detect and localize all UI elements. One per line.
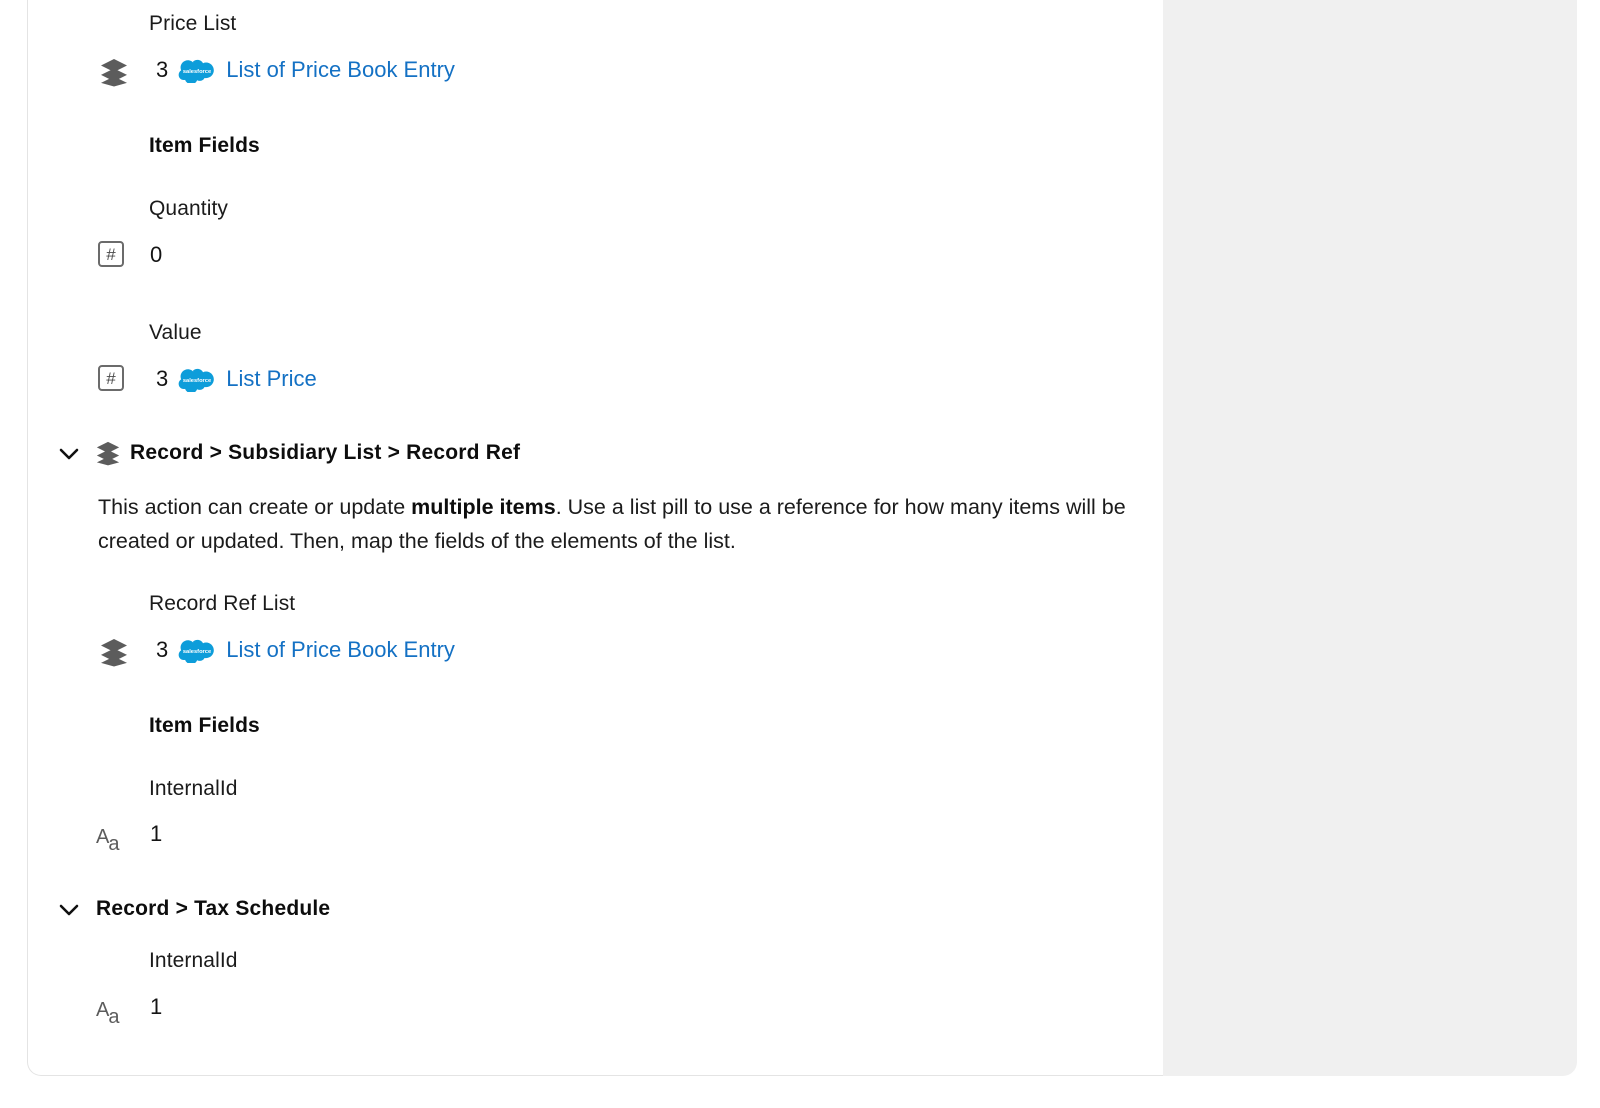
- hash-glyph: #: [106, 368, 116, 388]
- section-header-record-subsidiary-list-record-ref[interactable]: Record > Subsidiary List > Record Ref: [56, 440, 520, 466]
- text-icon: Aa: [96, 827, 120, 854]
- field-label-price-list: Price List: [149, 12, 237, 35]
- number-icon: #: [98, 365, 124, 391]
- pill-link-text[interactable]: List Price: [226, 368, 316, 390]
- salesforce-icon: salesforce: [178, 637, 216, 663]
- pill-record-ref-list[interactable]: 3 salesforce List of Price Book Entry: [156, 637, 455, 663]
- field-value-internalid-2[interactable]: 1: [150, 996, 162, 1018]
- chevron-down-icon[interactable]: [56, 440, 82, 466]
- pill-link-text[interactable]: List of Price Book Entry: [226, 639, 455, 661]
- section-header-record-tax-schedule[interactable]: Record > Tax Schedule: [56, 896, 330, 922]
- pill-price-list[interactable]: 3 salesforce List of Price Book Entry: [156, 57, 455, 83]
- hash-glyph: #: [106, 244, 116, 264]
- pill-count: 3: [156, 366, 169, 391]
- text-icon: Aa: [96, 1000, 120, 1027]
- field-value-quantity[interactable]: 0: [150, 244, 162, 266]
- section-header-text: Record > Subsidiary List > Record Ref: [130, 441, 521, 464]
- field-label-internalid-2: InternalId: [149, 949, 238, 972]
- value-text: 0: [150, 242, 163, 267]
- aa-lower: a: [108, 833, 120, 855]
- salesforce-icon: salesforce: [178, 366, 216, 392]
- description-part-1: This action can create or update: [98, 495, 412, 519]
- pill-list-price[interactable]: 3 salesforce List Price: [156, 366, 317, 392]
- aa-lower: a: [108, 1006, 120, 1028]
- chevron-down-icon[interactable]: [56, 896, 82, 922]
- layers-icon: [96, 440, 120, 466]
- section-description: This action can create or update multipl…: [98, 490, 1128, 558]
- number-icon: #: [98, 241, 124, 267]
- salesforce-wordmark: salesforce: [183, 378, 211, 384]
- value-text: 1: [150, 994, 163, 1019]
- salesforce-wordmark: salesforce: [183, 649, 211, 655]
- app-root: Price List 3 salesforce List of Price Bo…: [0, 0, 1600, 1108]
- field-label-internalid-1: InternalId: [149, 777, 238, 800]
- salesforce-wordmark: salesforce: [183, 69, 211, 75]
- pill-count: 3: [156, 637, 169, 662]
- pill-count: 3: [156, 57, 169, 82]
- subhead-item-fields-1: Item Fields: [149, 134, 260, 157]
- field-label-value: Value: [149, 321, 202, 344]
- salesforce-icon: salesforce: [178, 57, 216, 83]
- value-text: 1: [150, 821, 163, 846]
- side-panel: [1163, 0, 1577, 1076]
- pill-link-text[interactable]: List of Price Book Entry: [226, 59, 455, 81]
- field-label-record-ref-list: Record Ref List: [149, 592, 296, 615]
- description-bold: multiple items: [411, 495, 556, 519]
- main-panel: Price List 3 salesforce List of Price Bo…: [27, 0, 1163, 1076]
- section-header-text: Record > Tax Schedule: [96, 897, 331, 920]
- layers-icon: [100, 637, 128, 667]
- subhead-item-fields-2: Item Fields: [149, 714, 260, 737]
- field-label-quantity: Quantity: [149, 197, 229, 220]
- field-value-internalid-1[interactable]: 1: [150, 823, 162, 845]
- layers-icon: [100, 57, 128, 87]
